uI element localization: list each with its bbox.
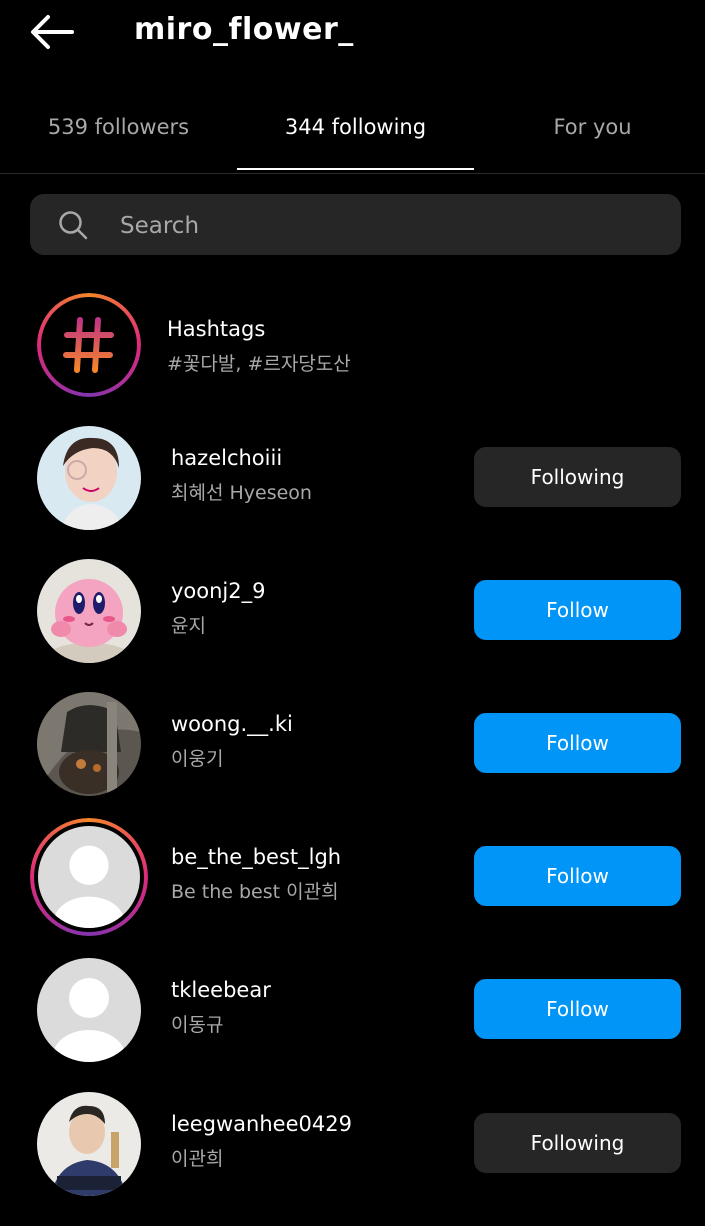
user-row[interactable]: hazelchoiii 최혜선 Hyeseon Following bbox=[0, 426, 705, 560]
user-row[interactable]: tkleebear 이동규 Follow bbox=[0, 958, 705, 1092]
arrow-left-icon bbox=[31, 15, 74, 49]
username: hazelchoiii bbox=[171, 446, 283, 470]
follow-button[interactable]: Follow bbox=[474, 846, 681, 906]
avatar[interactable] bbox=[37, 426, 141, 530]
avatar[interactable] bbox=[30, 818, 148, 936]
search-icon bbox=[59, 211, 88, 240]
search-input[interactable] bbox=[118, 194, 662, 257]
back-button[interactable] bbox=[28, 12, 78, 52]
full-name: 윤지 bbox=[171, 615, 206, 637]
avatar[interactable] bbox=[37, 559, 141, 663]
default-avatar-icon bbox=[37, 958, 141, 1062]
user-row[interactable]: leegwanhee0429 이관희 Following bbox=[0, 1092, 705, 1226]
follow-button[interactable]: Follow bbox=[474, 713, 681, 773]
username: woong.__.ki bbox=[171, 712, 293, 736]
active-tab-indicator bbox=[237, 168, 474, 170]
full-name: 이웅기 bbox=[171, 748, 224, 770]
follow-button[interactable]: Follow bbox=[474, 580, 681, 640]
full-name: 이관희 bbox=[171, 1148, 224, 1170]
full-name: 이동규 bbox=[171, 1014, 224, 1036]
tab-followers[interactable]: 539 followers bbox=[0, 95, 237, 173]
hashtags-row[interactable]: Hashtags #꽃다발, #르자당도산 bbox=[0, 289, 705, 419]
user-row[interactable]: be_the_best_lgh Be the best 이관희 Follow bbox=[0, 818, 705, 959]
user-row[interactable]: woong.__.ki 이웅기 Follow bbox=[0, 692, 705, 826]
hashtag-avatar bbox=[37, 293, 141, 397]
avatar[interactable] bbox=[37, 958, 141, 1062]
tab-for-you[interactable]: For you bbox=[474, 95, 705, 173]
top-bar: miro_flower_ bbox=[0, 0, 705, 80]
tab-following[interactable]: 344 following bbox=[237, 95, 474, 173]
full-name: 최혜선 Hyeseon bbox=[171, 482, 312, 504]
avatar[interactable] bbox=[37, 692, 141, 796]
username: be_the_best_lgh bbox=[171, 845, 342, 869]
follow-button[interactable]: Follow bbox=[474, 979, 681, 1039]
tab-bar: 539 followers 344 following For you bbox=[0, 95, 705, 174]
following-button[interactable]: Following bbox=[474, 447, 681, 507]
username: leegwanhee0429 bbox=[171, 1112, 352, 1136]
hashtag-icon bbox=[63, 317, 114, 373]
user-row[interactable]: yoonj2_9 윤지 Follow bbox=[0, 559, 705, 693]
hashtags-subtitle: #꽃다발, #르자당도산 bbox=[167, 353, 351, 375]
username: yoonj2_9 bbox=[171, 579, 266, 603]
full-name: Be the best 이관희 bbox=[171, 881, 339, 903]
page-title: miro_flower_ bbox=[134, 12, 354, 47]
search-bar[interactable] bbox=[30, 194, 681, 257]
avatar[interactable] bbox=[37, 1092, 141, 1196]
following-button[interactable]: Following bbox=[474, 1113, 681, 1173]
username: tkleebear bbox=[171, 978, 271, 1002]
hashtags-title: Hashtags bbox=[167, 317, 266, 341]
default-avatar-icon bbox=[38, 826, 140, 928]
